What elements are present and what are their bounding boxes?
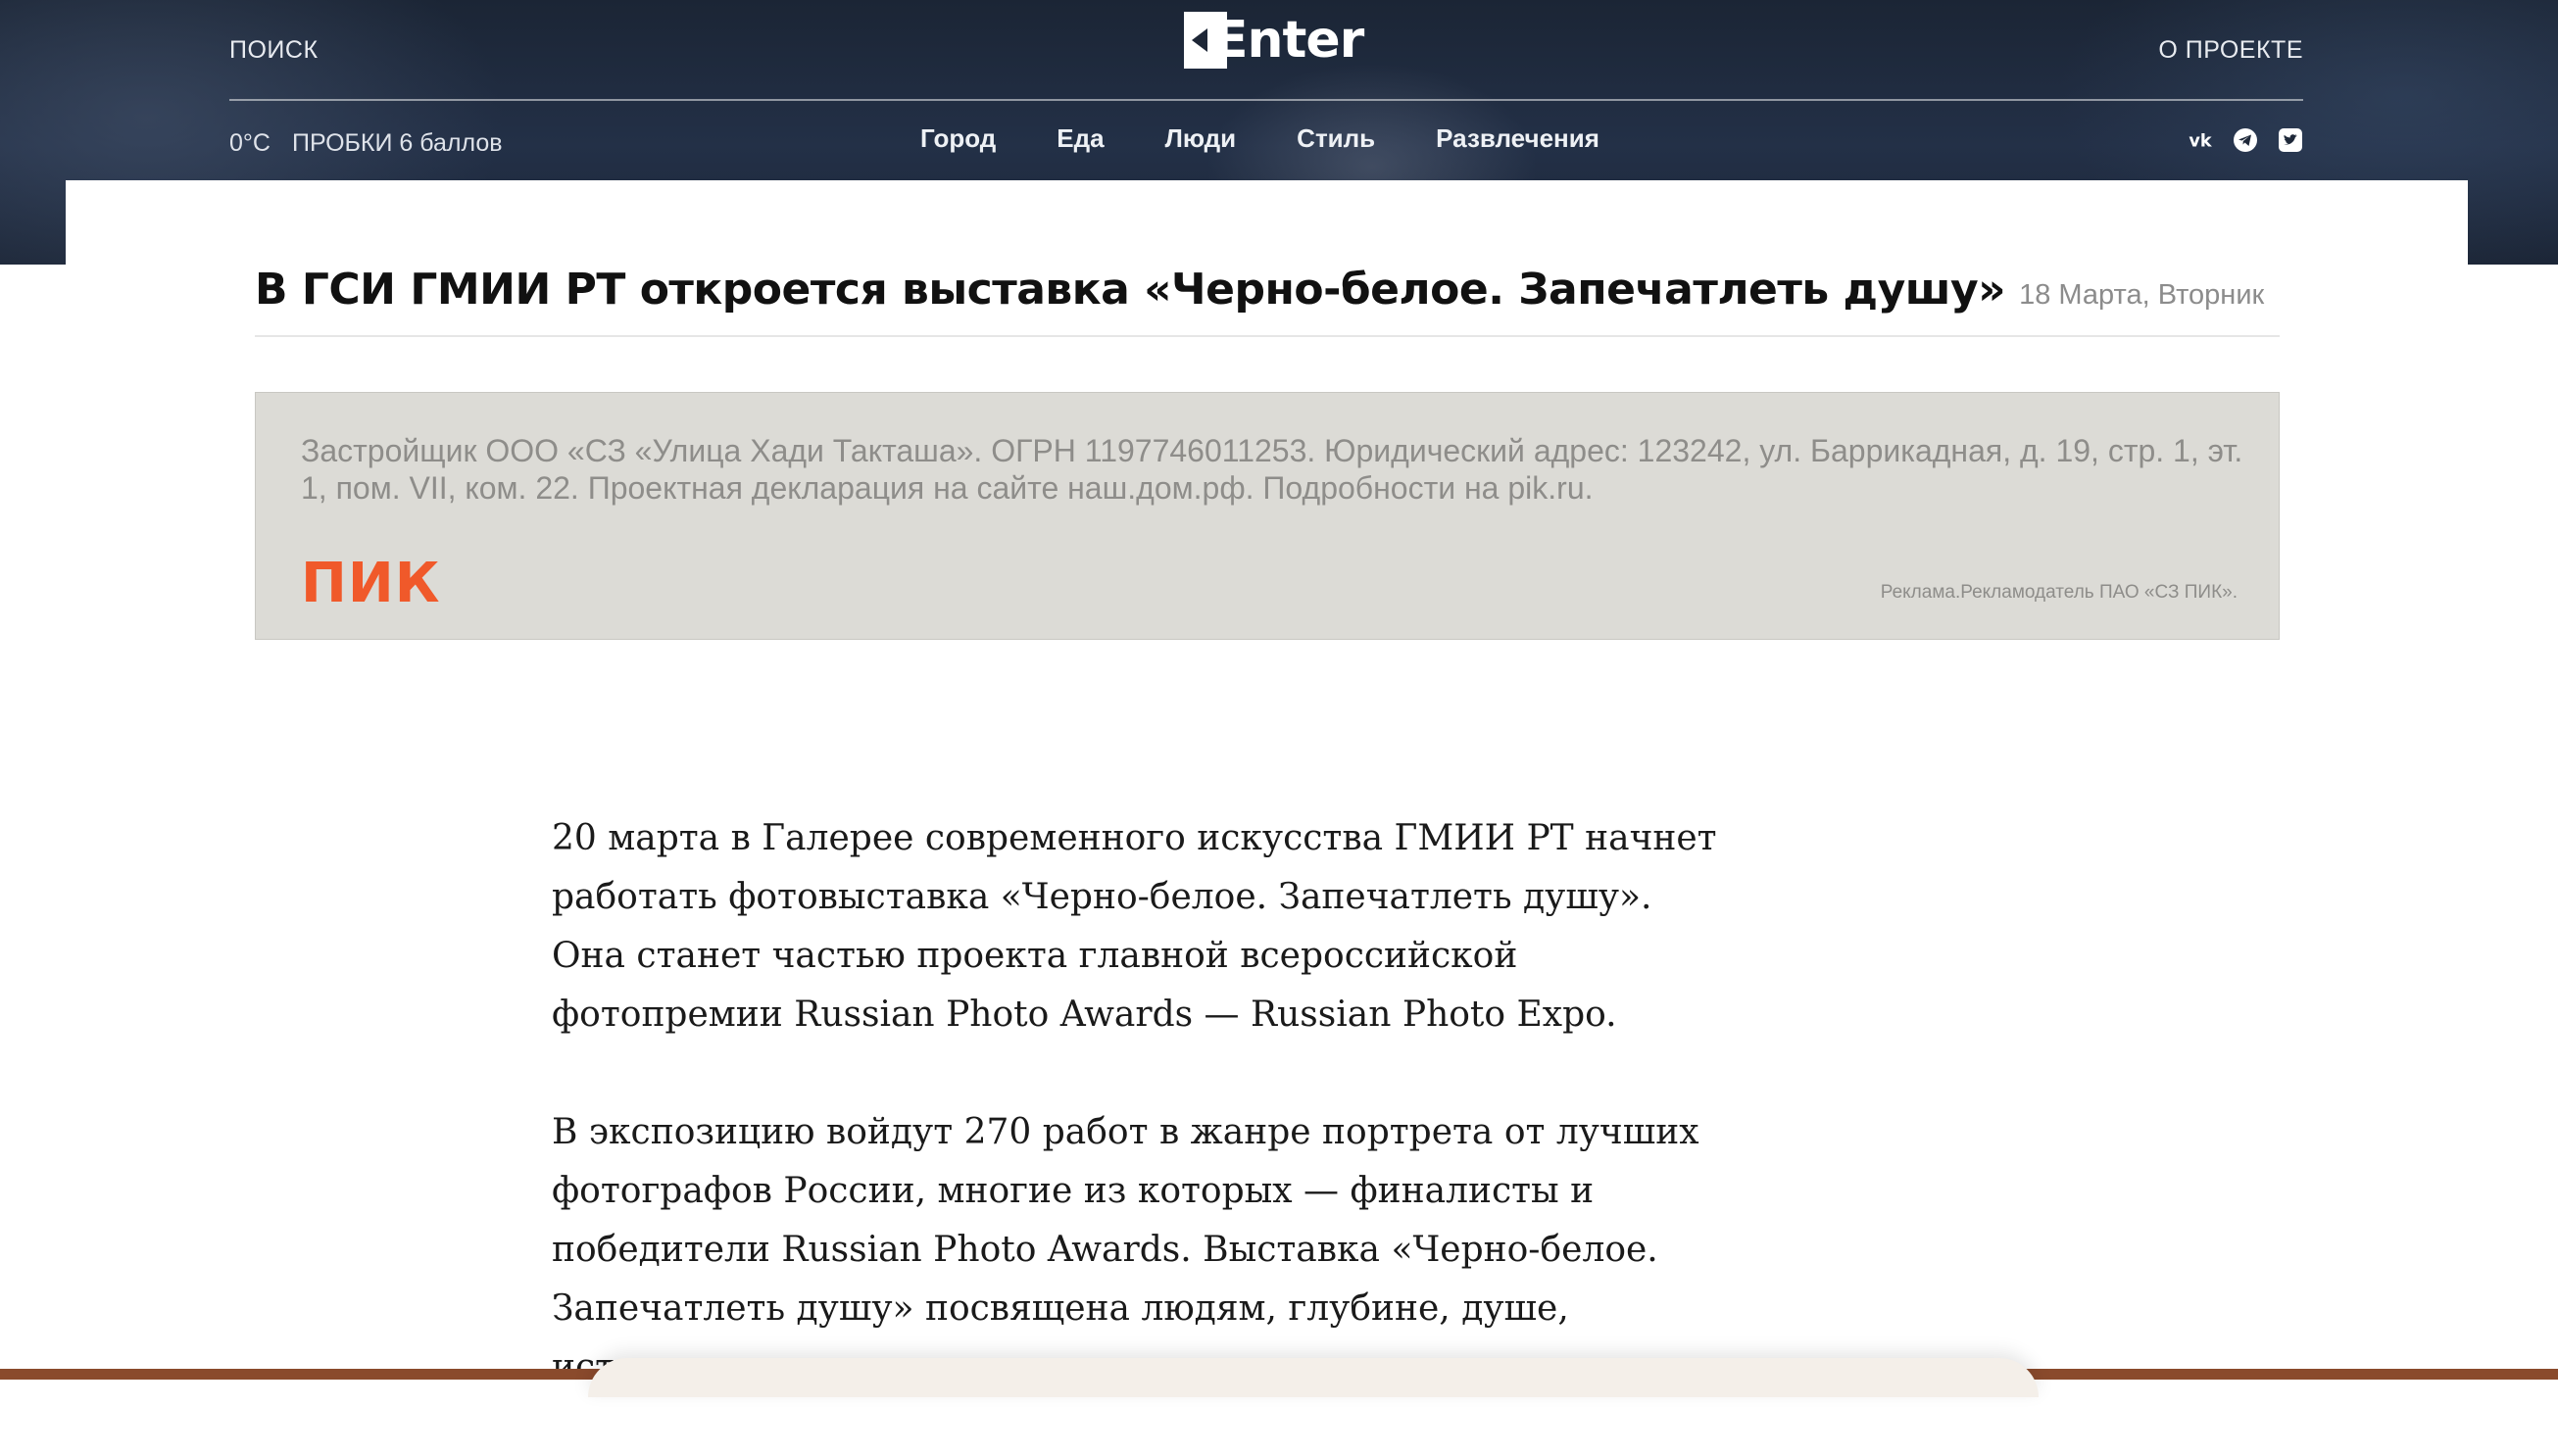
category-link-food[interactable]: Еда	[1057, 123, 1104, 154]
traffic-label: Пробки	[291, 129, 393, 157]
logo-text: Enter	[1213, 11, 1364, 70]
ad-legal-text: Застройщик ООО «СЗ «Улица Хади Такташа».…	[301, 433, 2243, 506]
ad-banner[interactable]: Застройщик ООО «СЗ «Улица Хади Такташа».…	[255, 392, 2280, 640]
telegram-icon[interactable]	[2233, 127, 2258, 153]
traffic-info: Пробки 6 баллов	[292, 129, 503, 158]
title-divider	[255, 335, 2280, 337]
article-title: В ГСИ ГМИИ РТ откроется выставка «Черно-…	[255, 265, 2006, 315]
vk-icon[interactable]: vk	[2188, 127, 2213, 153]
category-link-city[interactable]: Город	[920, 123, 996, 154]
traffic-value: 6 баллов	[399, 129, 503, 157]
enter-logo[interactable]: Enter	[1184, 11, 1364, 70]
category-link-people[interactable]: Люди	[1165, 123, 1237, 154]
category-nav: Город Еда Люди Стиль Развлечения	[920, 123, 1599, 154]
twitter-icon[interactable]	[2278, 127, 2303, 153]
bottom-overlay-panel[interactable]	[588, 1358, 2039, 1397]
pik-logo: ПИК	[301, 552, 441, 615]
category-link-entertainment[interactable]: Развлечения	[1436, 123, 1599, 154]
article-paragraph: В экспозицию войдут 270 работ в жанре по…	[552, 1112, 1699, 1387]
social-links: vk	[2188, 127, 2303, 153]
header-meta: 0°C Пробки 6 баллов	[229, 129, 503, 158]
search-link[interactable]: Поиск	[229, 36, 319, 65]
weather-value: 0°C	[229, 129, 271, 157]
header-divider	[229, 99, 2303, 101]
article-title-row: В ГСИ ГМИИ РТ откроется выставка «Черно-…	[255, 265, 2280, 315]
ad-disclaimer: Реклама.Рекламодатель ПАО «СЗ ПИК».	[1880, 582, 2238, 603]
article-date: 18 Марта, Вторник	[2019, 279, 2265, 311]
category-link-style[interactable]: Стиль	[1297, 123, 1375, 154]
svg-text:vk: vk	[2189, 132, 2212, 151]
about-link[interactable]: О проекте	[2158, 36, 2303, 65]
article-paragraph: 20 марта в Галерее современного искусств…	[552, 818, 1717, 1035]
